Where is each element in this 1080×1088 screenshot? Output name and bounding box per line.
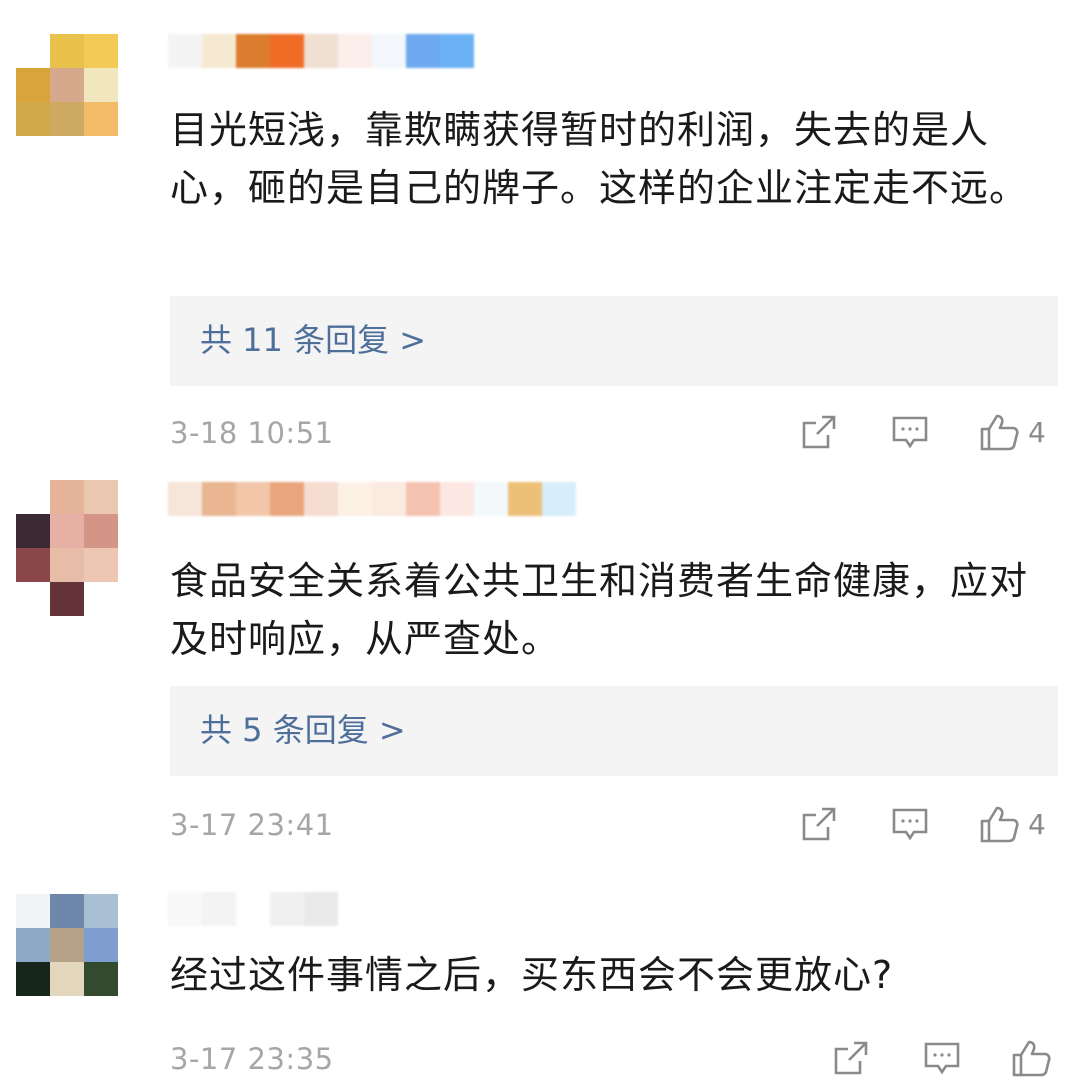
timestamp: 3-17 23:35 <box>170 1042 334 1076</box>
comment-meta: 3-18 10:51 4 <box>170 410 1060 460</box>
comment-button[interactable] <box>890 802 930 846</box>
username[interactable] <box>168 482 576 528</box>
like-count: 4 <box>1028 807 1046 841</box>
avatar-pixel <box>16 514 50 548</box>
avatar-pixel <box>50 480 84 514</box>
avatar-pixel <box>16 928 50 962</box>
username-pixel <box>474 482 508 516</box>
comment-meta: 3-17 23:41 4 <box>170 802 1060 852</box>
username-pixel <box>440 34 474 68</box>
comment-button[interactable] <box>922 1036 962 1080</box>
share-button[interactable] <box>800 802 838 846</box>
share-icon <box>800 413 838 451</box>
thumbs-up-icon <box>978 804 1020 844</box>
username-pixel <box>202 34 236 68</box>
username-pixel <box>168 892 202 926</box>
view-replies-label: 共 11 条回复 > <box>200 321 427 359</box>
like-button[interactable]: 4 <box>978 410 1046 454</box>
avatar-pixel <box>16 68 50 102</box>
view-replies-label: 共 5 条回复 > <box>200 711 406 749</box>
timestamp: 3-17 23:41 <box>170 808 334 842</box>
avatar-pixel <box>84 514 118 548</box>
avatar-pixel <box>16 102 50 136</box>
username-pixel <box>304 482 338 516</box>
avatar-pixel <box>16 548 50 582</box>
comment-text: 食品安全关系着公共卫生和消费者生命健康，应对及时响应，从严查处。 <box>170 559 1029 661</box>
avatar-pixel <box>84 582 118 616</box>
username-pixel <box>236 34 270 68</box>
username-pixel <box>440 482 474 516</box>
avatar-pixel <box>50 548 84 582</box>
username-pixel <box>406 482 440 516</box>
like-count: 4 <box>1028 415 1046 449</box>
avatar-pixel <box>84 68 118 102</box>
comment-icon <box>890 413 930 451</box>
like-button[interactable] <box>1010 1036 1052 1080</box>
avatar-pixel <box>50 894 84 928</box>
thumbs-up-icon <box>978 412 1020 452</box>
username-pixel <box>304 34 338 68</box>
username-pixel <box>270 34 304 68</box>
username-pixel <box>270 892 304 926</box>
avatar-pixel <box>50 582 84 616</box>
username-pixel <box>202 482 236 516</box>
username[interactable] <box>168 34 474 68</box>
username-pixel <box>542 482 576 516</box>
username-pixel <box>236 892 270 926</box>
avatar-pixel <box>50 514 84 548</box>
timestamp: 3-18 10:51 <box>170 416 334 450</box>
avatar[interactable] <box>16 894 118 996</box>
avatar-pixel <box>50 34 84 68</box>
avatar-pixel <box>16 962 50 996</box>
username-pixel <box>168 482 202 516</box>
username-pixel <box>202 892 236 926</box>
avatar-pixel <box>16 894 50 928</box>
avatar-pixel <box>16 34 50 68</box>
share-button[interactable] <box>832 1036 870 1080</box>
username[interactable] <box>168 892 338 926</box>
username-pixel <box>236 482 270 516</box>
avatar[interactable] <box>16 480 118 616</box>
avatar-pixel <box>84 480 118 514</box>
comment-text: 经过这件事情之后，买东西会不会更放心? <box>170 953 894 997</box>
comment-text: 目光短浅，靠欺瞒获得暂时的利润，失去的是人心，砸的是自己的牌子。这样的企业注定走… <box>170 108 1029 210</box>
avatar-pixel <box>84 34 118 68</box>
avatar-pixel <box>84 548 118 582</box>
avatar-pixel <box>50 962 84 996</box>
avatar-pixel <box>16 480 50 514</box>
username-pixel <box>168 34 202 68</box>
like-button[interactable]: 4 <box>978 802 1046 846</box>
avatar-pixel <box>16 582 50 616</box>
username-pixel <box>270 482 304 516</box>
username-pixel <box>508 482 542 516</box>
username-pixel <box>338 34 372 68</box>
comment-button[interactable] <box>890 410 930 454</box>
username-pixel <box>406 34 440 68</box>
avatar-pixel <box>50 102 84 136</box>
comment-icon <box>890 805 930 843</box>
share-icon <box>800 805 838 843</box>
username-pixel <box>304 892 338 926</box>
username-pixel <box>338 482 372 516</box>
avatar-pixel <box>84 894 118 928</box>
avatar-pixel <box>84 102 118 136</box>
view-replies-button[interactable]: 共 11 条回复 > <box>170 296 1058 386</box>
avatar[interactable] <box>16 34 118 136</box>
avatar-pixel <box>50 928 84 962</box>
share-icon <box>832 1039 870 1077</box>
share-button[interactable] <box>800 410 838 454</box>
avatar-pixel <box>84 962 118 996</box>
thumbs-up-icon <box>1010 1038 1052 1078</box>
username-pixel <box>372 34 406 68</box>
view-replies-button[interactable]: 共 5 条回复 > <box>170 686 1058 776</box>
username-pixel <box>372 482 406 516</box>
avatar-pixel <box>50 68 84 102</box>
comment-meta: 3-17 23:35 <box>170 1036 1060 1086</box>
comment-icon <box>922 1039 962 1077</box>
avatar-pixel <box>84 928 118 962</box>
